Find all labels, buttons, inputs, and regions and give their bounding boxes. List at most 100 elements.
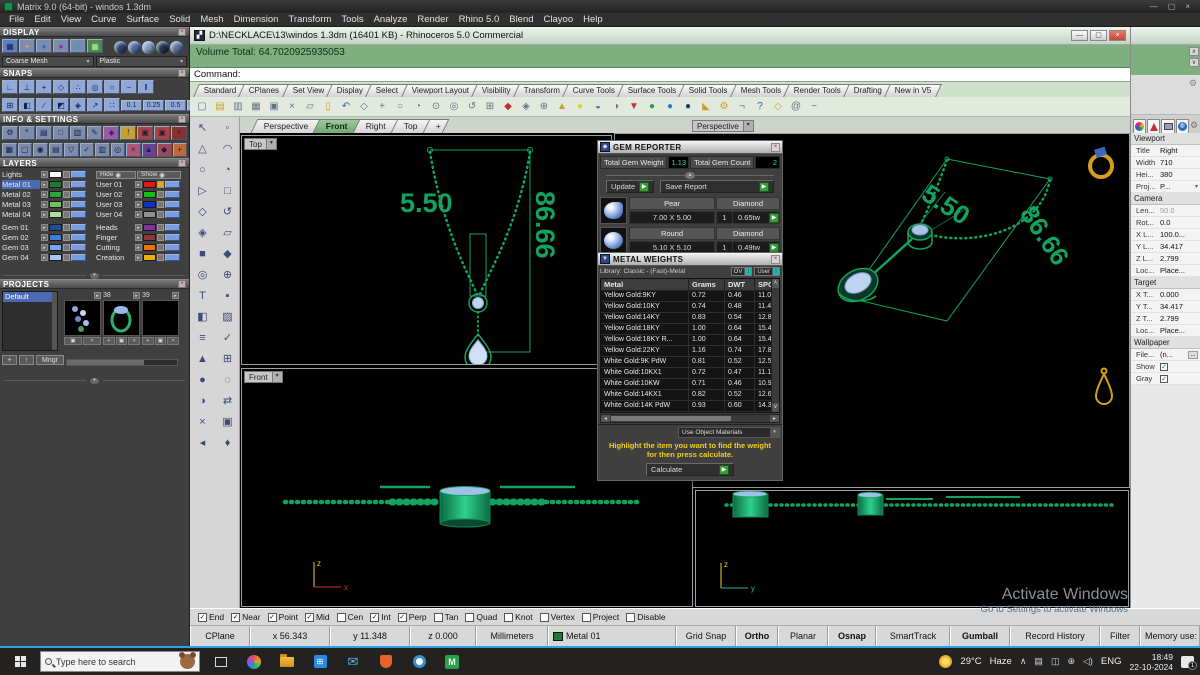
menu-item[interactable]: Solid [164,14,195,25]
layer-visibility-bar[interactable] [71,201,86,208]
info-tool-icon[interactable]: ◆ [157,142,172,157]
modeling-tool-icon[interactable]: ◠ [215,138,240,159]
wallpaper-show-row[interactable]: Show ✓ [1131,361,1200,373]
property-row[interactable]: Y L... 34.417 [1131,241,1200,253]
property-row[interactable]: Hei... 380 [1131,169,1200,181]
property-row[interactable]: Loc... Place... [1131,325,1200,337]
layer-visibility-bar[interactable] [165,254,180,261]
toolbar-icon[interactable]: ● [662,99,678,114]
thumb-add-icon[interactable]: + [142,337,154,345]
modeling-tool-icon[interactable]: ▣ [215,411,240,432]
toolbar-icon[interactable]: ▢ [194,99,210,114]
layer-expand-icon[interactable]: ▸ [41,171,48,178]
gem-reporter-titlebar[interactable]: ◆ GEM REPORTER × [598,141,782,154]
property-row[interactable]: Len... 50.0 [1131,205,1200,217]
command-input[interactable]: Command: [190,68,1130,82]
thumb-menu-icon[interactable]: ▸ [133,292,140,299]
layer-expand-icon[interactable]: ▸ [41,224,48,231]
toolbar-icon[interactable]: ◔ [410,99,426,114]
table-row[interactable]: Yellow Gold:14KY 0.83 0.54 12.8 [601,313,779,324]
info-tool-icon[interactable]: ▢ [17,142,32,157]
ortho-toggle[interactable]: Ortho [736,626,778,646]
menu-item[interactable]: Help [578,14,608,25]
modeling-tool-icon[interactable]: △ [190,138,215,159]
checkbox[interactable] [504,612,514,622]
osnap-option[interactable]: Tan [433,612,458,622]
snap-icon[interactable]: − [121,80,137,94]
calculate-button[interactable]: Calculate ▶ [646,463,734,476]
panel-collapse-handle[interactable]: ▾ [0,272,189,279]
render-style-icon[interactable] [128,41,141,54]
toolbar-icon[interactable]: ⊞ [482,99,498,114]
property-row[interactable]: Proj... P... ▾ [1131,181,1200,193]
filter-pane[interactable]: Filter [1100,626,1140,646]
layer-row[interactable]: Metal 04 ▸ [0,210,92,219]
checkbox[interactable] [336,612,346,622]
modeling-tool-icon[interactable]: ⊞ [215,348,240,369]
layer-color-swatch[interactable] [143,254,156,261]
menu-item[interactable]: Render [412,14,453,25]
layer-color-swatch[interactable] [143,191,156,198]
layer-row[interactable]: Finger ▸ [94,233,186,242]
property-row[interactable]: Title Right [1131,145,1200,157]
layer-color-swatch[interactable] [143,201,156,208]
display-mode-icon[interactable]: + [19,39,35,53]
checkbox[interactable] [433,612,443,622]
lock-icon[interactable] [63,211,70,218]
layer-visibility-bar[interactable] [71,254,86,261]
snap-value-button[interactable]: 0.25 [143,99,164,111]
menu-item[interactable]: File [4,14,29,25]
layer-color-swatch[interactable] [143,244,156,251]
active-layer-pane[interactable]: Metal 01 [548,626,676,646]
layer-visibility-bar[interactable] [165,211,180,218]
info-tool-icon[interactable]: □ [52,125,69,140]
layer-expand-icon[interactable]: ▸ [41,254,48,261]
minimize-icon[interactable]: — [1150,2,1158,11]
modeling-tool-icon[interactable]: T [190,285,215,306]
info-tool-icon[interactable]: * [18,125,35,140]
snap-icon[interactable]: ↗ [87,98,103,112]
modeling-tool-icon[interactable]: ⇄ [215,390,240,411]
toolbar-icon[interactable]: ◒ [590,99,606,114]
layer-row[interactable]: Gem 01 ▸ [0,223,92,232]
toolbar-tab[interactable]: Viewport Layout [400,84,480,97]
layer-color-swatch[interactable] [49,191,62,198]
browser-icon[interactable] [407,650,431,674]
user-toggle[interactable]: User I [754,267,780,276]
display-section-header[interactable]: DISPLAY × [0,27,189,37]
record-history-toggle[interactable]: Record History [1010,626,1100,646]
modeling-tool-icon[interactable]: ◈ [190,222,215,243]
play-icon[interactable]: ▶ [769,212,779,223]
layer-expand-icon[interactable]: ▸ [41,244,48,251]
restore-icon[interactable]: ▢ [1090,30,1107,41]
menu-item[interactable]: Analyze [369,14,413,25]
info-tool-icon[interactable]: ▽ [64,142,79,157]
project-thumbnail[interactable]: 38 ▸ + ▣ × [103,291,141,345]
snap-icon[interactable]: ◩ [53,98,69,112]
layer-row[interactable]: Metal 02 ▸ [0,190,92,199]
info-tool-icon[interactable]: ◎ [110,142,125,157]
snap-icon[interactable]: ◇ [53,80,69,94]
menu-item[interactable]: Blend [504,14,538,25]
info-tool-icon[interactable]: ▦ [2,142,17,157]
menu-item[interactable]: Curve [86,14,121,25]
menu-item[interactable]: Clayoo [539,14,579,25]
layer-expand-icon[interactable]: ▸ [135,201,142,208]
modeling-tool-icon[interactable]: ■ [190,243,215,264]
weather-temp[interactable]: 29°C [960,656,981,667]
collapse-icon[interactable]: ▴ [685,171,695,179]
snap-icon[interactable]: ∟ [2,80,18,94]
notification-icon[interactable]: 1 [1181,655,1197,670]
scroll-down-icon[interactable]: ∨ [1189,58,1199,67]
layer-color-swatch[interactable] [49,171,62,178]
layer-expand-icon[interactable]: ▸ [135,224,142,231]
viewport-title-dropdown[interactable]: Perspective ▾ [692,120,754,132]
info-tool-icon[interactable]: ✎ [86,125,103,140]
lock-icon[interactable] [63,201,70,208]
snap-icon[interactable]: ∴ [70,80,86,94]
start-button[interactable] [0,648,40,675]
matrix-app-icon[interactable]: M [440,650,464,674]
info-tool-icon[interactable]: ◈ [103,125,120,140]
tab-properties[interactable] [1133,119,1147,133]
property-row[interactable]: Loc... Place... [1131,265,1200,277]
